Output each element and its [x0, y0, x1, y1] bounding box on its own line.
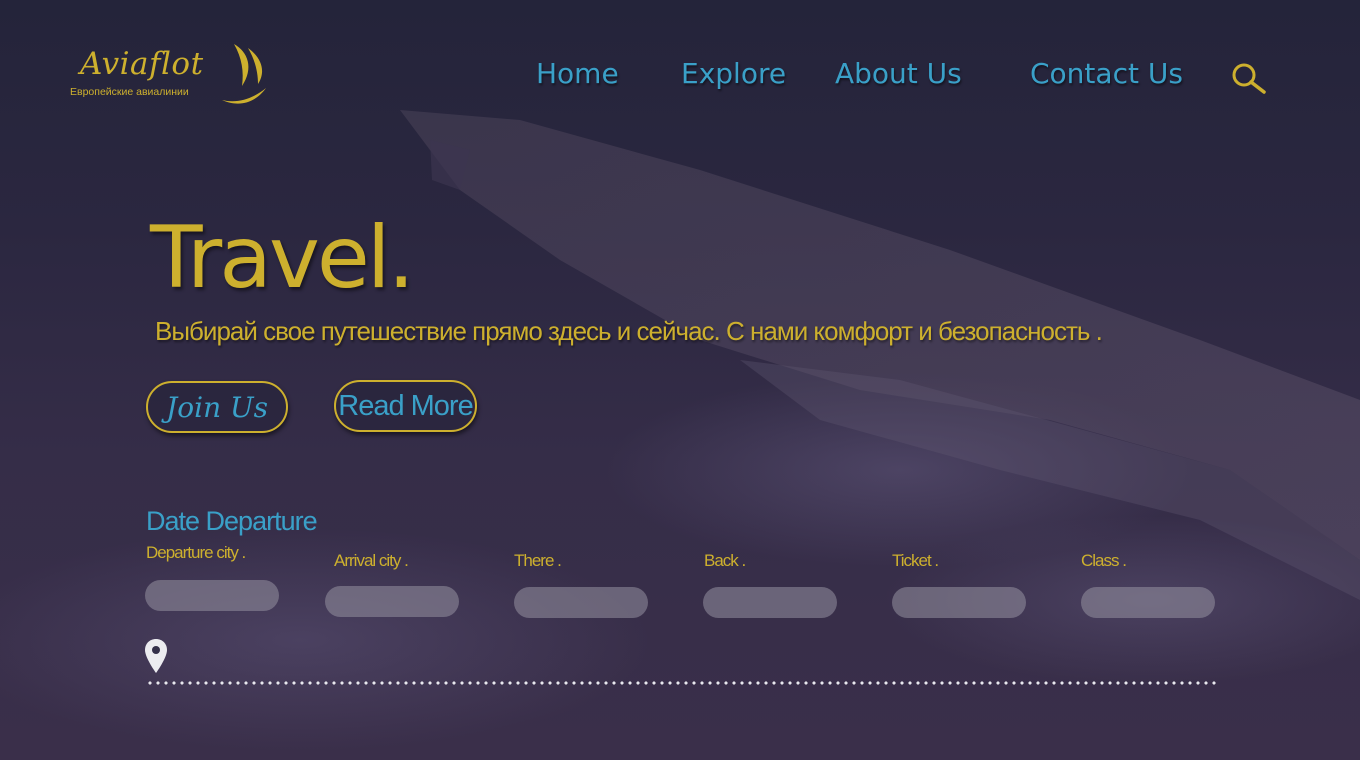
- nav-about-us[interactable]: About Us: [835, 57, 962, 90]
- sail-logo-icon: [222, 44, 266, 104]
- search-icon[interactable]: [1230, 62, 1268, 96]
- hero-title: Travel.: [150, 208, 415, 308]
- brand-tagline: Европейские авиалинии: [70, 86, 189, 98]
- nav-explore[interactable]: Explore: [681, 57, 786, 90]
- arrival-city-input[interactable]: [325, 586, 459, 617]
- departure-city-input[interactable]: [145, 580, 279, 611]
- brand-logo[interactable]: Aviaflot Европейские авиалинии: [70, 42, 270, 106]
- departure-city-label: Departure city .: [146, 543, 246, 562]
- hero-subtitle: Выбирай свое путешествие прямо здесь и с…: [155, 316, 1103, 346]
- read-more-button[interactable]: Read More: [334, 380, 477, 432]
- brand-name: Aviaflot: [80, 46, 204, 82]
- join-us-button[interactable]: Join Us: [146, 381, 288, 433]
- class-label: Class .: [1081, 551, 1127, 570]
- nav-contact-us[interactable]: Contact Us: [1030, 57, 1183, 90]
- class-input[interactable]: [1081, 587, 1215, 618]
- background-wing-image: [400, 110, 1360, 600]
- ticket-label: Ticket .: [892, 551, 939, 570]
- there-label: There .: [514, 551, 562, 570]
- there-date-input[interactable]: [514, 587, 648, 618]
- map-pin-icon[interactable]: [144, 638, 168, 674]
- arrival-city-label: Arrival city .: [334, 551, 409, 570]
- back-label: Back .: [704, 551, 746, 570]
- booking-form-title: Date Departure: [146, 506, 318, 536]
- back-date-input[interactable]: [703, 587, 837, 618]
- nav-home[interactable]: Home: [536, 57, 619, 90]
- ticket-input[interactable]: [892, 587, 1026, 618]
- route-dotted-line: [146, 681, 1218, 685]
